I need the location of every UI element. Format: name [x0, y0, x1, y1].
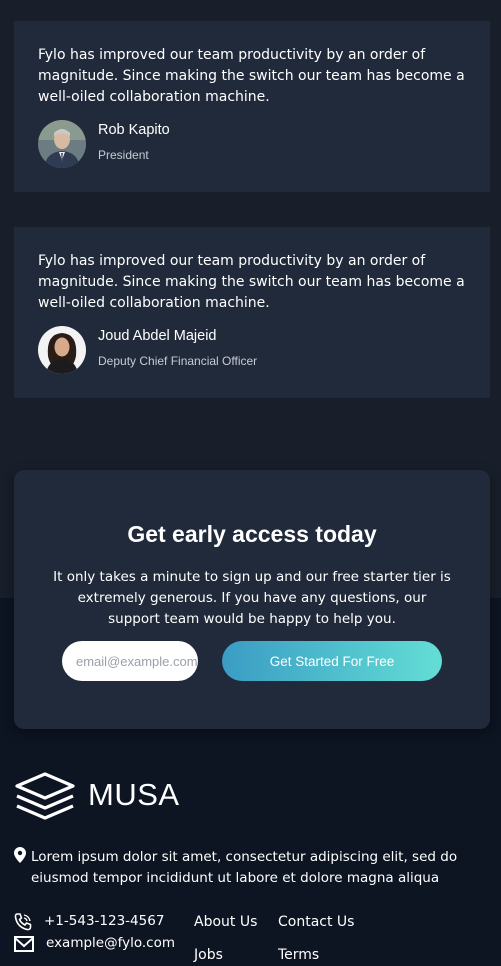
testimonial-card: Fylo has improved our team productivity … [14, 227, 490, 398]
testimonial-card: Fylo has improved our team productivity … [14, 21, 490, 192]
cta-title: Get early access today [127, 521, 377, 547]
phone-icon [14, 913, 32, 931]
footer-link-jobs[interactable]: Jobs [194, 947, 223, 963]
avatar [38, 120, 86, 168]
mail-icon [14, 936, 34, 952]
testimonial-quote: Fylo has improved our team productivity … [38, 47, 465, 105]
get-started-button[interactable]: Get Started For Free [222, 641, 442, 681]
early-access-card: Get early access today It only takes a m… [14, 470, 490, 729]
brand-name: MUSA [88, 777, 180, 812]
email-input[interactable] [62, 641, 198, 681]
person-name: Joud Abdel Majeid [98, 328, 217, 344]
footer-address: Lorem ipsum dolor sit amet, consectetur … [31, 849, 458, 886]
person-name: Rob Kapito [98, 122, 170, 138]
footer-phone[interactable]: +1-543-123-4567 [44, 913, 164, 929]
cta-description: It only takes a minute to sign up and ou… [53, 569, 451, 627]
footer-link-about[interactable]: About Us [194, 914, 257, 930]
person-role: Deputy Chief Financial Officer [98, 354, 258, 368]
layers-logo-icon [14, 772, 76, 822]
testimonial-quote: Fylo has improved our team productivity … [38, 253, 465, 311]
location-pin-icon [14, 847, 26, 863]
footer-link-contact[interactable]: Contact Us [278, 914, 354, 930]
footer-email[interactable]: example@fylo.com [46, 935, 175, 951]
avatar [38, 326, 86, 374]
person-role: President [98, 148, 149, 162]
footer-link-terms[interactable]: Terms [278, 947, 319, 963]
